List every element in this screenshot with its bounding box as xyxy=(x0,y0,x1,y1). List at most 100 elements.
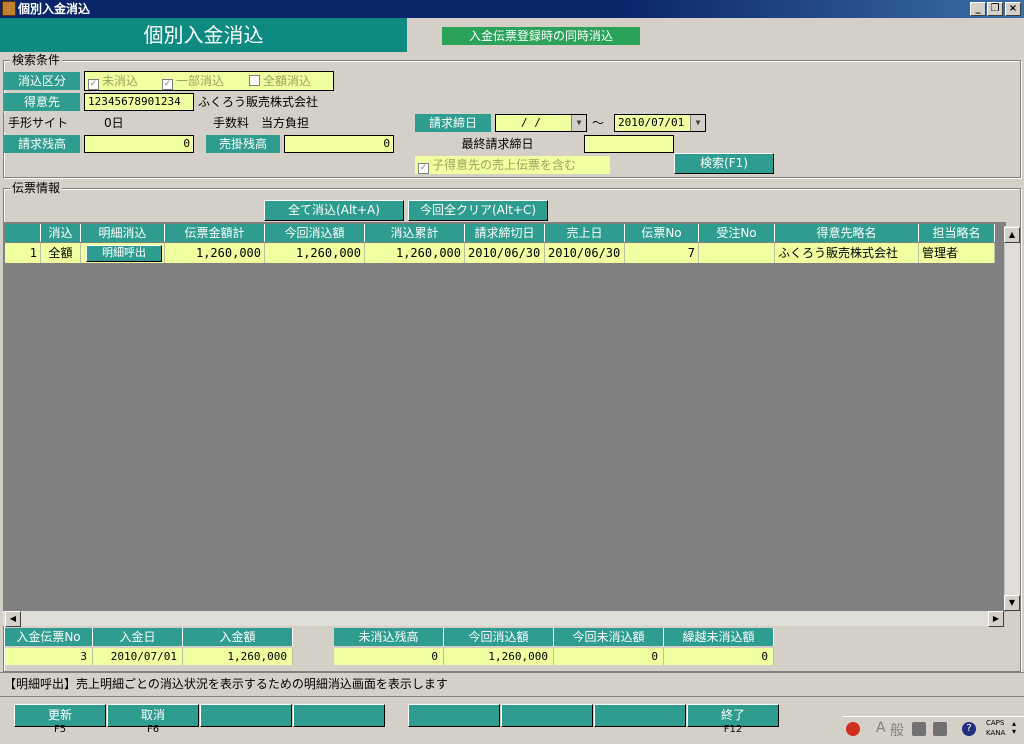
option-full[interactable]: 全額消込 xyxy=(249,72,311,90)
col-header[interactable]: 消込 xyxy=(41,224,81,242)
deposit-no-value: 3 xyxy=(5,648,93,665)
fkey-label: F6 xyxy=(146,724,160,735)
tray-menu-icon[interactable]: ▴ ▾ xyxy=(1012,720,1016,736)
cell-cumulative: 1,260,000 xyxy=(365,243,465,263)
scroll-up-icon[interactable]: ▲ xyxy=(1004,227,1020,243)
col-header[interactable]: 伝票金額計 xyxy=(165,224,265,242)
checkbox-checked-icon[interactable]: ✓ xyxy=(88,79,99,90)
note-site-value: 0日 xyxy=(104,116,124,130)
search-button[interactable]: 検索(F1) xyxy=(674,153,774,174)
close-date-to-select[interactable]: 2010/07/01 ▼ xyxy=(614,114,706,132)
cell-close-date: 2010/06/30 xyxy=(465,243,545,263)
checkbox-icon[interactable] xyxy=(249,75,260,86)
billing-balance-label: 請求残高 xyxy=(4,135,80,153)
customer-label: 得意先 xyxy=(4,93,80,111)
vertical-scrollbar[interactable] xyxy=(1004,226,1020,611)
checkbox-checked-icon[interactable]: ✓ xyxy=(162,79,173,90)
cell-staff: 管理者 xyxy=(919,243,995,263)
ime-tool-icon[interactable] xyxy=(912,722,926,736)
cell-slip-no: 7 xyxy=(625,243,699,263)
clear-current-button[interactable]: 今回全クリア(Alt+C) xyxy=(408,200,548,221)
deposit-date-label: 入金日 xyxy=(93,628,183,646)
col-header[interactable]: 伝票No xyxy=(625,224,699,242)
col-header[interactable]: 担当略名 xyxy=(919,224,995,242)
fkey-blank-button[interactable] xyxy=(408,704,500,727)
current-matched-label: 今回消込額 xyxy=(444,628,554,646)
note-site-label: 手形サイト xyxy=(4,114,80,132)
clear-all-button[interactable]: 全て消込(Alt+A) xyxy=(264,200,404,221)
current-matched-value: 1,260,000 xyxy=(444,648,554,665)
deposit-amount-label: 入金額 xyxy=(183,628,293,646)
col-header[interactable]: 消込累計 xyxy=(365,224,465,242)
fee-label: 手数料 xyxy=(206,114,256,132)
deposit-date-value: 2010/07/01 xyxy=(93,648,183,665)
row-number: 1 xyxy=(5,243,41,263)
include-child-option[interactable]: ✓ 子得意先の売上伝票を含む xyxy=(415,156,610,174)
col-header[interactable]: 明細消込 xyxy=(81,224,165,242)
cell-order-no xyxy=(699,243,775,263)
deposit-no-label: 入金伝票No xyxy=(5,628,93,646)
ime-input-mode[interactable]: A xyxy=(876,720,886,736)
cell-kind[interactable]: 全額 xyxy=(41,243,81,263)
billing-balance-field: 0 xyxy=(84,135,194,153)
last-close-label: 最終請求締日 xyxy=(415,135,580,153)
ar-balance-field: 0 xyxy=(284,135,394,153)
fee-value: 当方負担 xyxy=(261,116,310,130)
kana-indicator: KANA xyxy=(986,729,1006,737)
deposit-amount-value: 1,260,000 xyxy=(183,648,293,665)
search-group-title: 検索条件 xyxy=(10,53,63,67)
chevron-down-icon[interactable]: ▼ xyxy=(571,115,586,131)
col-header[interactable]: 売上日 xyxy=(545,224,625,242)
row-header-corner xyxy=(5,224,41,242)
scroll-down-icon[interactable]: ▼ xyxy=(1004,595,1020,611)
carryover-label: 繰越未消込額 xyxy=(664,628,774,646)
window-title-bar: 個別入金消込 xyxy=(0,0,1024,18)
current-unmatched-value: 0 xyxy=(554,648,664,665)
help-icon[interactable]: ? xyxy=(962,722,976,736)
scroll-left-icon[interactable]: ◀ xyxy=(5,611,21,627)
ime-conversion-mode[interactable]: 般 xyxy=(890,720,904,740)
cell-customer: ふくろう販売株式会社 xyxy=(775,243,919,263)
fkey-blank-button[interactable] xyxy=(594,704,686,727)
last-close-field xyxy=(584,135,674,153)
col-header[interactable]: 請求締切日 xyxy=(465,224,545,242)
option-unmatched[interactable]: ✓ 未消込 xyxy=(88,72,138,90)
fkey-label: F12 xyxy=(723,724,743,735)
col-header[interactable]: 今回消込額 xyxy=(265,224,365,242)
close-date-from-select[interactable]: / / ▼ xyxy=(495,114,587,132)
fkey-label: F5 xyxy=(53,724,67,735)
unmatched-label: 未消込残高 xyxy=(334,628,444,646)
chevron-down-icon[interactable]: ▼ xyxy=(690,115,705,131)
checkbox-checked-icon[interactable]: ✓ xyxy=(418,163,429,174)
scroll-right-icon[interactable]: ▶ xyxy=(988,611,1004,627)
option-partial[interactable]: ✓ 一部消込 xyxy=(162,72,224,90)
divider xyxy=(0,696,1024,697)
status-message: 【明細呼出】売上明細ごとの消込状況を表示するための明細消込画面を表示します xyxy=(4,677,448,691)
cell-current[interactable]: 1,260,000 xyxy=(265,243,365,263)
restore-icon[interactable]: ❐ xyxy=(987,2,1003,16)
fkey-blank-button[interactable] xyxy=(293,704,385,727)
customer-name: ふくろう販売株式会社 xyxy=(198,95,319,109)
close-icon[interactable]: × xyxy=(1005,2,1021,16)
cell-total: 1,260,000 xyxy=(165,243,265,263)
col-header[interactable]: 受注No xyxy=(699,224,775,242)
slip-grid[interactable] xyxy=(3,222,1006,612)
minimize-icon[interactable]: _ xyxy=(970,2,986,16)
close-date-label: 請求締日 xyxy=(415,114,491,132)
horizontal-scrollbar[interactable] xyxy=(3,611,1004,626)
ime-pad-icon[interactable] xyxy=(933,722,947,736)
page-title: 個別入金消込 xyxy=(0,18,407,52)
customer-code-field[interactable]: 12345678901234 xyxy=(84,93,194,111)
detail-call-button[interactable]: 明細呼出 xyxy=(86,245,162,262)
ar-balance-label: 売掛残高 xyxy=(206,135,280,153)
carryover-value: 0 xyxy=(664,648,774,665)
col-header[interactable]: 得意先略名 xyxy=(775,224,919,242)
sync-mode-label: 入金伝票登録時の同時消込 xyxy=(442,27,640,45)
ime-logo-icon[interactable] xyxy=(846,722,860,736)
current-unmatched-label: 今回未消込額 xyxy=(554,628,664,646)
cell-sales-date: 2010/06/30 xyxy=(545,243,625,263)
app-icon xyxy=(2,1,16,16)
fkey-blank-button[interactable] xyxy=(501,704,593,727)
fkey-blank-button[interactable] xyxy=(200,704,292,727)
category-label: 消込区分 xyxy=(4,72,80,90)
